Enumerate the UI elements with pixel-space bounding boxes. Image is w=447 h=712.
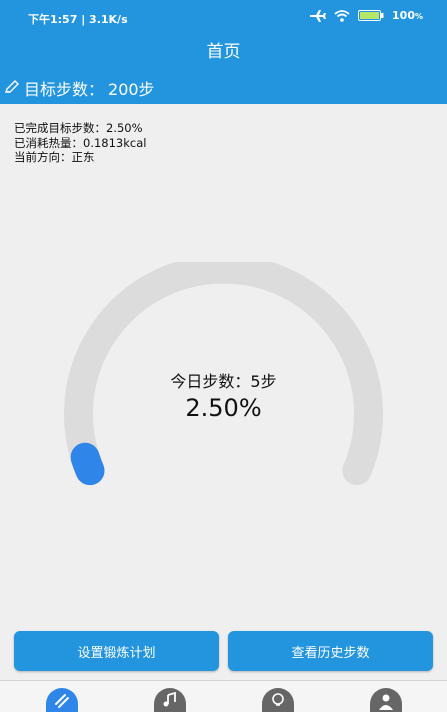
- completed-label: 已完成目标步数：: [14, 121, 106, 135]
- battery-icon: [358, 10, 384, 21]
- lightbulb-icon: [269, 688, 287, 712]
- wifi-icon: [334, 9, 350, 22]
- app-header: 下午1:57 | 3.1K/s 100% 首页 目标步数： 200步: [0, 0, 447, 104]
- today-steps-value: 5步: [250, 372, 277, 391]
- completed-row: 已完成目标步数： 2.50%: [14, 121, 146, 136]
- status-time-speed: 下午1:57 | 3.1K/s: [28, 13, 128, 26]
- status-icons: 100%: [310, 9, 423, 22]
- battery-level: 100%: [392, 9, 423, 22]
- goal-steps-label: 目标步数：: [24, 80, 105, 99]
- today-steps-label: 今日步数：: [170, 372, 251, 391]
- step-progress-gauge: 今日步数：5步 2.50%: [40, 262, 407, 497]
- stats-panel: 已完成目标步数： 2.50% 已消耗热量： 0.1813kcal 当前方向： 正东: [14, 121, 146, 165]
- profile-icon: [377, 688, 395, 712]
- set-plan-button[interactable]: 设置锻炼计划: [14, 631, 219, 671]
- tab-ideas[interactable]: [262, 688, 294, 712]
- direction-label: 当前方向：: [14, 150, 72, 164]
- progress-percent: 2.50%: [185, 394, 262, 422]
- goal-steps-button[interactable]: 目标步数： 200步: [4, 76, 155, 100]
- today-steps: 今日步数：5步: [40, 368, 407, 392]
- direction-value: 正东: [71, 150, 95, 164]
- page-title: 首页: [206, 42, 241, 62]
- status-bar: 下午1:57 | 3.1K/s 100%: [0, 0, 447, 34]
- tab-music[interactable]: [154, 688, 186, 712]
- direction-row: 当前方向： 正东: [14, 150, 146, 165]
- view-history-button[interactable]: 查看历史步数: [228, 631, 433, 671]
- calories-row: 已消耗热量： 0.1813kcal: [14, 136, 146, 151]
- goal-steps-value: 200步: [108, 80, 155, 99]
- calories-label: 已消耗热量：: [14, 135, 83, 150]
- calories-value: 0.1813kcal: [83, 135, 147, 150]
- completed-value: 2.50%: [106, 121, 143, 135]
- tab-profile[interactable]: [370, 688, 402, 712]
- airplane-icon: [310, 9, 327, 22]
- gauge-progress: [70, 442, 105, 486]
- music-icon: [161, 688, 179, 712]
- tab-steps[interactable]: [46, 688, 78, 712]
- bottom-tab-bar: [0, 680, 447, 712]
- pencil-icon: [4, 79, 20, 98]
- running-shoe-icon: [53, 688, 71, 712]
